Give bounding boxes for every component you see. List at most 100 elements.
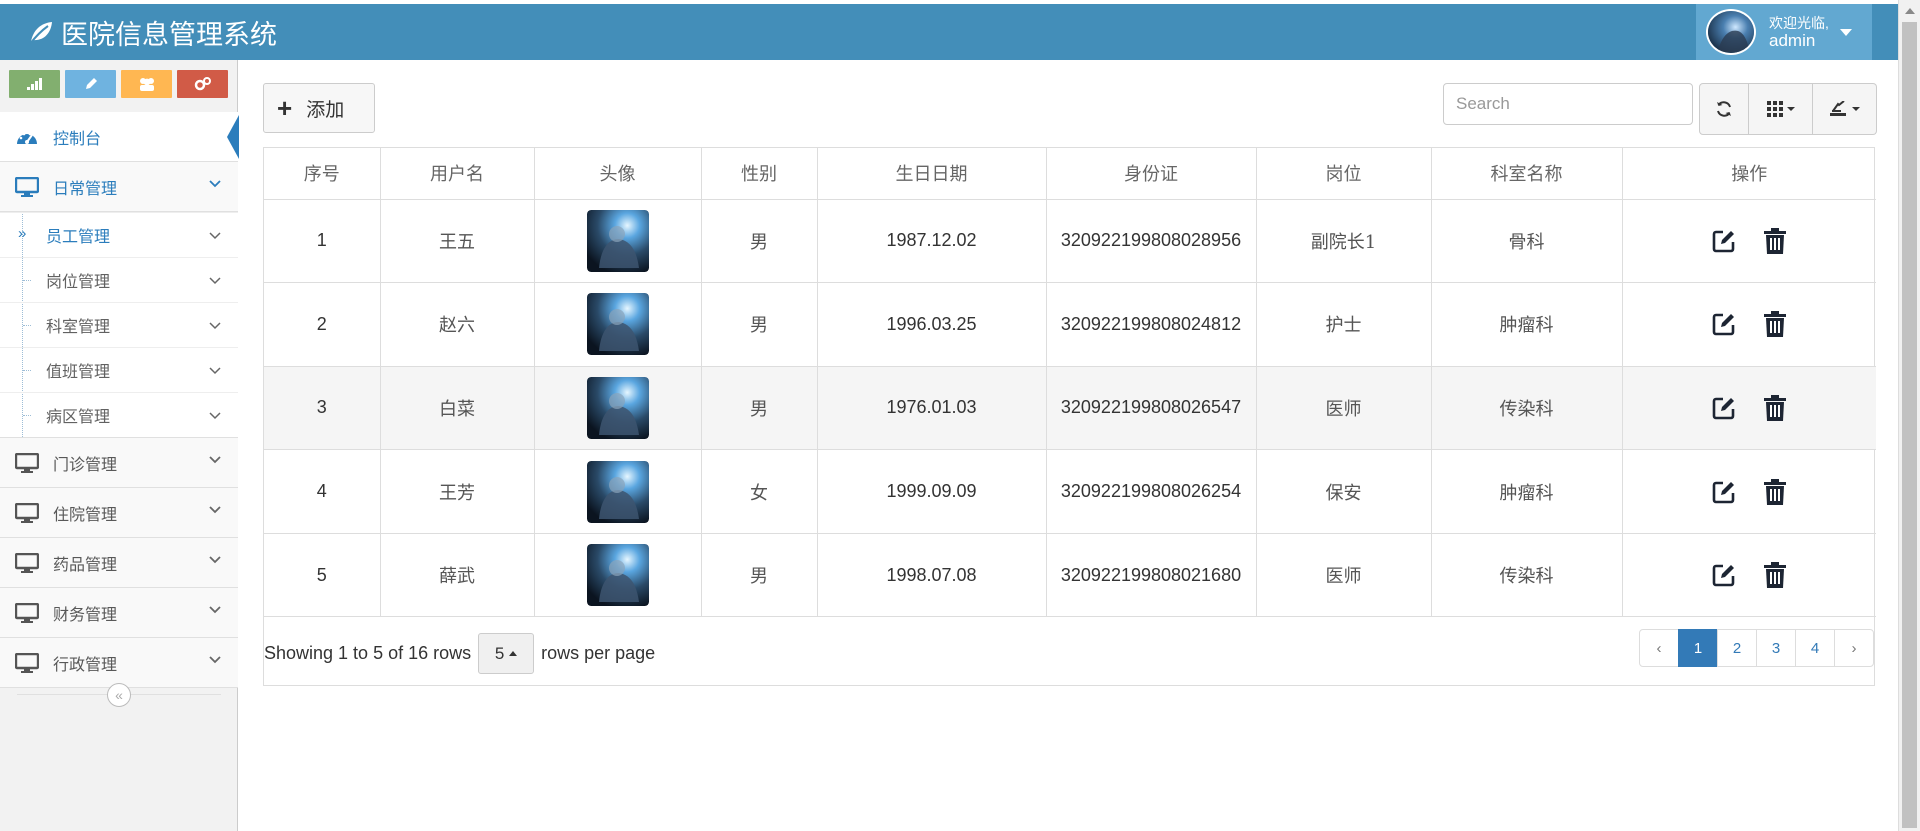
users-shortcut-button[interactable] — [121, 70, 172, 98]
column-header[interactable]: 身份证 — [1046, 148, 1257, 200]
column-header[interactable]: 性别 — [701, 148, 818, 200]
edit-icon[interactable] — [1712, 229, 1736, 253]
prev-page-button[interactable]: ‹ — [1639, 629, 1679, 667]
cell-username: 白菜 — [380, 366, 535, 451]
trash-icon[interactable] — [1764, 394, 1787, 421]
table-row[interactable]: 1 王五 男 1987.12.02 320922199808028956 副院长… — [264, 199, 1876, 284]
cell-avatar — [534, 533, 702, 618]
sidebar-item-daily[interactable]: 日常管理 — [0, 162, 238, 212]
cell-birthday: 1996.03.25 — [817, 282, 1047, 367]
cell-id-card: 320922199808021680 — [1046, 533, 1257, 618]
cell-actions — [1622, 449, 1876, 534]
table-row[interactable]: 3 白菜 男 1976.01.03 320922199808026547 医师 … — [264, 366, 1876, 451]
column-header[interactable]: 头像 — [534, 148, 702, 200]
columns-toggle-button[interactable] — [1749, 83, 1813, 135]
sidebar-item-label: 行政管理 — [53, 656, 118, 674]
sidebar-item-pharmacy[interactable]: 药品管理 — [0, 538, 238, 588]
pencil-icon — [85, 78, 97, 89]
page-button-1[interactable]: 1 — [1678, 629, 1718, 667]
cell-avatar — [534, 282, 702, 367]
sidebar-item-dashboard[interactable]: 控制台 — [0, 112, 239, 162]
cell-gender: 男 — [701, 533, 818, 618]
page-button-4[interactable]: 4 — [1795, 629, 1835, 667]
app-frame: 医院信息管理系统 欢迎光临, admin 控制台 日常管理 » 员工管理 岗位管… — [0, 0, 1920, 831]
page-button-3[interactable]: 3 — [1756, 629, 1796, 667]
refresh-button[interactable] — [1699, 83, 1749, 135]
column-header[interactable]: 生日日期 — [817, 148, 1047, 200]
cell-birthday: 1976.01.03 — [817, 366, 1047, 451]
caret-down-icon — [1851, 107, 1860, 111]
user-menu[interactable]: 欢迎光临, admin — [1696, 4, 1872, 60]
search-input[interactable] — [1443, 83, 1693, 125]
sidebar-item-inpatient[interactable]: 住院管理 — [0, 488, 238, 538]
chevron-down-icon — [209, 656, 221, 664]
edit-icon[interactable] — [1712, 396, 1736, 420]
trash-icon[interactable] — [1764, 311, 1787, 338]
caret-down-icon — [1840, 29, 1852, 36]
sidebar-subitem-position[interactable]: 岗位管理 — [0, 257, 238, 302]
sidebar-subitem-label: 科室管理 — [46, 319, 111, 336]
user-name: admin — [1769, 31, 1816, 50]
page-button-2[interactable]: 2 — [1717, 629, 1757, 667]
user-photo — [586, 460, 649, 523]
settings-shortcut-button[interactable] — [177, 70, 228, 98]
sidebar-item-finance[interactable]: 财务管理 — [0, 588, 238, 638]
page-size-value: 5 — [494, 643, 505, 663]
cell-gender: 男 — [701, 366, 818, 451]
cell-username: 薛武 — [380, 533, 535, 618]
trash-icon[interactable] — [1764, 227, 1787, 254]
stats-shortcut-button[interactable] — [9, 70, 60, 98]
sidebar-subitem-ward[interactable]: 病区管理 — [0, 392, 238, 437]
scroll-up-arrow-icon[interactable] — [1905, 8, 1915, 14]
sidebar: 控制台 日常管理 » 员工管理 岗位管理 科室管理 值班管理 病区管理 门诊管理… — [0, 60, 239, 831]
cell-birthday: 1999.09.09 — [817, 449, 1047, 534]
cell-no: 3 — [264, 366, 381, 451]
user-photo — [586, 293, 649, 356]
sidebar-item-label: 门诊管理 — [53, 456, 118, 474]
cell-actions — [1622, 366, 1876, 451]
sidebar-subitem-department[interactable]: 科室管理 — [0, 302, 238, 347]
edit-icon[interactable] — [1712, 480, 1736, 504]
trash-icon[interactable] — [1764, 562, 1787, 589]
trash-icon[interactable] — [1764, 478, 1787, 505]
sidebar-subitem-label: 岗位管理 — [46, 274, 111, 291]
cell-username: 赵六 — [380, 282, 535, 367]
sidebar-collapse-button[interactable]: « — [107, 683, 131, 707]
avatar — [1706, 9, 1756, 55]
export-button[interactable] — [1813, 83, 1877, 135]
sidebar-subitem-staff[interactable]: » 员工管理 — [0, 212, 238, 257]
column-header[interactable]: 用户名 — [380, 148, 535, 200]
scrollbar-thumb[interactable] — [1902, 22, 1917, 828]
column-header[interactable]: 序号 — [264, 148, 381, 200]
cell-username: 王五 — [380, 199, 535, 284]
sidebar-subitem-duty[interactable]: 值班管理 — [0, 347, 238, 392]
edit-icon[interactable] — [1712, 312, 1736, 336]
cell-department: 肿瘤科 — [1431, 282, 1623, 367]
edit-shortcut-button[interactable] — [65, 70, 116, 98]
brand[interactable]: 医院信息管理系统 — [27, 12, 277, 52]
cell-no: 2 — [264, 282, 381, 367]
column-header[interactable]: 操作 — [1622, 148, 1876, 200]
table-row[interactable]: 5 薛武 男 1998.07.08 320922199808021680 医师 … — [264, 533, 1876, 618]
column-header[interactable]: 岗位 — [1256, 148, 1432, 200]
desktop-icon — [15, 652, 41, 673]
plus-icon: + — [277, 93, 293, 123]
cell-department: 肿瘤科 — [1431, 449, 1623, 534]
desktop-icon — [15, 176, 41, 197]
cell-id-card: 320922199808024812 — [1046, 282, 1257, 367]
edit-icon[interactable] — [1712, 563, 1736, 587]
cell-no: 1 — [264, 199, 381, 284]
users-icon — [139, 78, 154, 91]
sidebar-subitem-label: 员工管理 — [46, 229, 111, 246]
sidebar-nav: 控制台 日常管理 » 员工管理 岗位管理 科室管理 值班管理 病区管理 门诊管理… — [0, 112, 239, 688]
cell-department: 传染科 — [1431, 533, 1623, 618]
next-page-button[interactable]: › — [1834, 629, 1874, 667]
column-header[interactable]: 科室名称 — [1431, 148, 1623, 200]
page-size-dropdown[interactable]: 5 — [478, 633, 535, 674]
table-row[interactable]: 2 赵六 男 1996.03.25 320922199808024812 护士 … — [264, 282, 1876, 367]
sidebar-item-outpatient[interactable]: 门诊管理 — [0, 438, 238, 488]
add-button[interactable]: + 添加 — [263, 83, 375, 133]
cell-department: 传染科 — [1431, 366, 1623, 451]
table-row[interactable]: 4 王芳 女 1999.09.09 320922199808026254 保安 … — [264, 449, 1876, 534]
vertical-scrollbar[interactable] — [1898, 0, 1920, 831]
